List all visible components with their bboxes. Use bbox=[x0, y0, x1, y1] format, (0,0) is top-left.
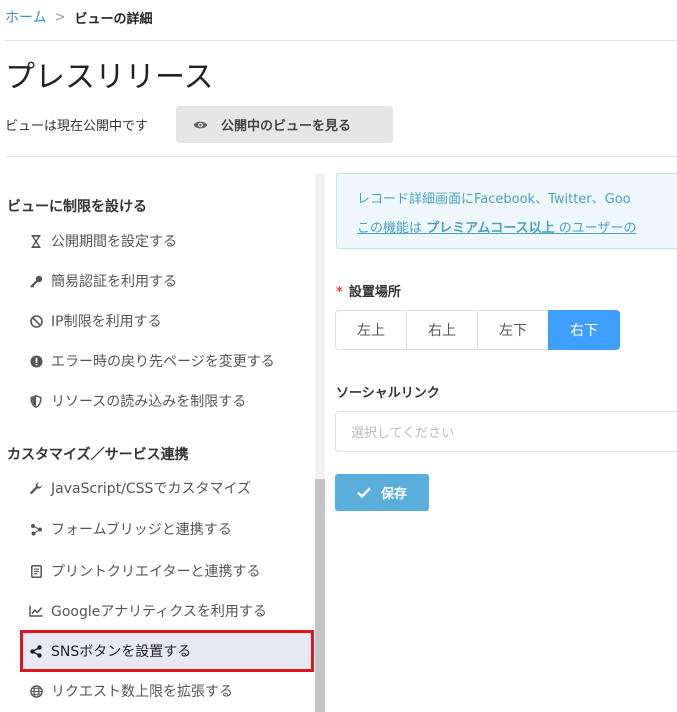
save-button[interactable]: 保存 bbox=[335, 474, 429, 511]
check-icon bbox=[357, 487, 371, 498]
shield-icon bbox=[29, 394, 43, 408]
hourglass-icon bbox=[29, 234, 43, 248]
sidebar-item-publish-period[interactable]: 公開期間を設定する bbox=[22, 222, 312, 260]
key-icon bbox=[29, 274, 43, 288]
sidebar-scrollbar[interactable] bbox=[315, 173, 325, 712]
view-public-button-label: 公開中のビューを見る bbox=[221, 119, 352, 134]
section-title-restrictions: ビューに制限を設ける bbox=[7, 199, 147, 215]
breadcrumb: ホーム > ビューの詳細 bbox=[5, 7, 153, 27]
placement-top-right-button[interactable]: 右上 bbox=[406, 310, 478, 350]
sidebar-item-label: 簡易認証を利用する bbox=[51, 274, 177, 290]
globe-icon bbox=[29, 684, 43, 698]
sidebar-item-resource-limit[interactable]: リソースの読み込みを制限する bbox=[22, 382, 312, 420]
sidebar-item-label: リソースの読み込みを制限する bbox=[51, 394, 247, 410]
breadcrumb-home-link[interactable]: ホーム bbox=[5, 7, 47, 27]
placement-label: * 設置場所 bbox=[336, 285, 401, 300]
share-icon bbox=[29, 644, 43, 658]
sidebar: ビューに制限を設ける 公開期間を設定する 簡易認証を利用する IP制限を利用する… bbox=[0, 173, 315, 712]
sidebar-item-js-css[interactable]: JavaScript/CSSでカスタマイズ bbox=[22, 469, 312, 507]
publish-status-text: ビューは現在公開中です bbox=[5, 119, 149, 134]
divider bbox=[5, 40, 677, 41]
chart-icon bbox=[29, 604, 43, 618]
sidebar-item-sns-button[interactable]: SNSボタンを設置する bbox=[20, 630, 314, 672]
sidebar-item-label: Googleアナリティクスを利用する bbox=[51, 604, 267, 620]
info-alert: レコード詳細画面にFacebook、Twitter、Goo この機能は プレミア… bbox=[336, 173, 677, 249]
eye-icon bbox=[193, 120, 208, 130]
scrollbar-thumb[interactable] bbox=[315, 479, 325, 712]
sidebar-item-google-analytics[interactable]: Googleアナリティクスを利用する bbox=[22, 592, 312, 630]
ban-icon bbox=[29, 314, 43, 328]
required-mark: * bbox=[336, 285, 343, 300]
sidebar-item-basic-auth[interactable]: 簡易認証を利用する bbox=[22, 262, 312, 300]
save-button-label: 保存 bbox=[380, 487, 407, 502]
info-text: レコード詳細画面にFacebook、Twitter、Goo bbox=[357, 192, 631, 207]
breadcrumb-current: ビューの詳細 bbox=[74, 11, 153, 27]
sidebar-item-label: 公開期間を設定する bbox=[51, 234, 177, 250]
sidebar-item-label: エラー時の戻り先ページを変更する bbox=[51, 354, 275, 370]
document-icon bbox=[29, 564, 43, 578]
page-title: プレスリリース bbox=[5, 60, 214, 95]
placement-top-left-button[interactable]: 左上 bbox=[335, 310, 407, 350]
sidebar-item-error-page[interactable]: エラー時の戻り先ページを変更する bbox=[22, 342, 312, 380]
placement-bottom-left-button[interactable]: 左下 bbox=[477, 310, 549, 350]
placement-bottom-right-button[interactable]: 右下 bbox=[548, 310, 620, 350]
sidebar-item-ip-restriction[interactable]: IP制限を利用する bbox=[22, 302, 312, 340]
breadcrumb-separator: > bbox=[54, 9, 66, 25]
sidebar-item-label: リクエスト数上限を拡張する bbox=[51, 684, 233, 700]
info-premium-note: この機能は プレミアムコース以上 のユーザーの bbox=[357, 221, 637, 236]
social-link-label: ソーシャルリンク bbox=[336, 386, 440, 401]
sidebar-item-form-bridge[interactable]: フォームブリッジと連携する bbox=[22, 510, 312, 548]
alert-icon bbox=[29, 354, 43, 368]
sidebar-item-request-limit[interactable]: リクエスト数上限を拡張する bbox=[22, 672, 312, 710]
sidebar-item-label: IP制限を利用する bbox=[51, 314, 162, 330]
wrench-icon bbox=[29, 481, 43, 495]
sidebar-item-print-creator[interactable]: プリントクリエイターと連携する bbox=[22, 552, 312, 590]
social-link-placeholder: 選択してください bbox=[351, 426, 455, 441]
connect-icon bbox=[29, 522, 43, 536]
view-public-button[interactable]: 公開中のビューを見る bbox=[176, 106, 393, 143]
sidebar-item-label: JavaScript/CSSでカスタマイズ bbox=[51, 481, 252, 497]
premium-course-link[interactable]: プレミアムコース以上 bbox=[426, 221, 554, 236]
section-title-customize: カスタマイズ／サービス連携 bbox=[7, 447, 189, 463]
sidebar-item-label: SNSボタンを設置する bbox=[51, 644, 192, 660]
sidebar-item-label: フォームブリッジと連携する bbox=[51, 522, 232, 538]
social-link-select[interactable]: 選択してください bbox=[335, 411, 677, 452]
placement-selector: 左上 右上 左下 右下 bbox=[335, 310, 620, 350]
divider bbox=[5, 156, 677, 157]
sidebar-item-label: プリントクリエイターと連携する bbox=[51, 564, 261, 580]
